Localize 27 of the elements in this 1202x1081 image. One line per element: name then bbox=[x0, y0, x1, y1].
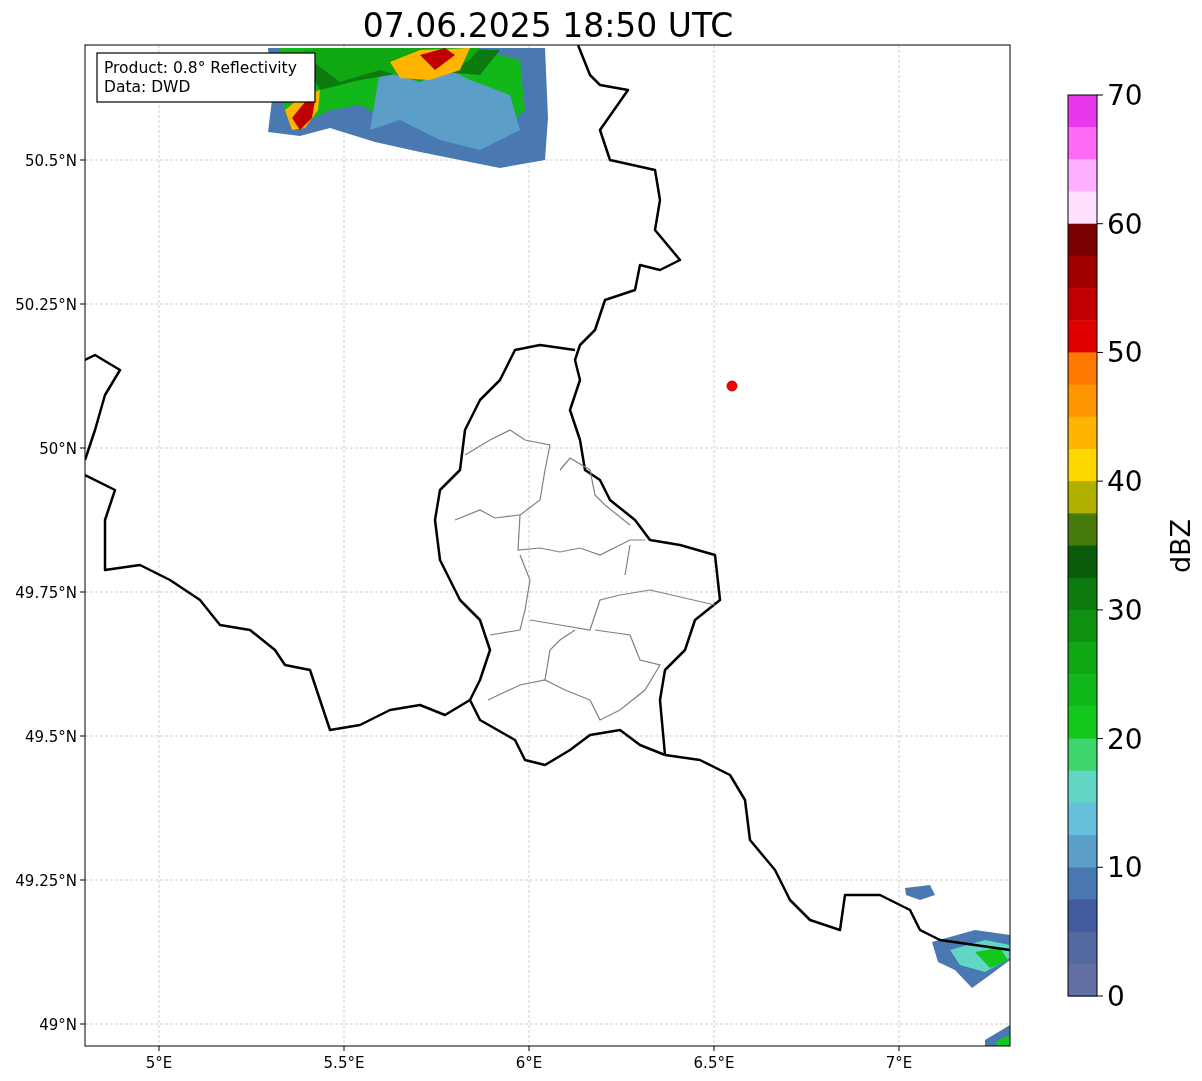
legend-text: Product: 0.8° Reflectivity bbox=[104, 59, 297, 77]
axis-tick-label: 50.5°N bbox=[24, 152, 77, 170]
colorbar-tick-label: 20 bbox=[1107, 722, 1143, 756]
axis-tick-label: 6.5°E bbox=[693, 1054, 735, 1072]
station-marker bbox=[726, 380, 738, 392]
axis-tick-label: 49.75°N bbox=[15, 584, 77, 602]
axis-tick-label: 49.25°N bbox=[15, 872, 77, 890]
axis-tick-label: 50°N bbox=[39, 440, 77, 458]
radar-echo bbox=[985, 1025, 1010, 1046]
colorbar-label: dBZ bbox=[1165, 518, 1196, 574]
colorbar-tick-label: 60 bbox=[1107, 207, 1143, 241]
colorbar-tick-label: 50 bbox=[1107, 336, 1143, 370]
axis-tick-label: 49°N bbox=[39, 1016, 77, 1034]
axis-tick-label: 49.5°N bbox=[24, 728, 77, 746]
colorbar-tick-label: 70 bbox=[1107, 79, 1143, 112]
radar-echo bbox=[905, 885, 935, 900]
axis-tick-label: 6°E bbox=[515, 1054, 543, 1072]
colorbar-tick-label: 0 bbox=[1107, 980, 1125, 1013]
axis-tick-label: 50.25°N bbox=[15, 296, 77, 314]
colorbar-tick-label: 30 bbox=[1107, 593, 1143, 627]
axis-tick-label: 7°E bbox=[885, 1054, 913, 1072]
axis-tick-label: 5.5°E bbox=[323, 1054, 365, 1072]
axis-tick-label: 5°E bbox=[145, 1054, 173, 1072]
colorbar-tick-label: 40 bbox=[1107, 465, 1143, 499]
plot-title: 07.06.2025 18:50 UTC bbox=[362, 6, 734, 45]
legend-text: Data: DWD bbox=[104, 78, 191, 96]
colorbar-tick-label: 10 bbox=[1107, 851, 1143, 885]
